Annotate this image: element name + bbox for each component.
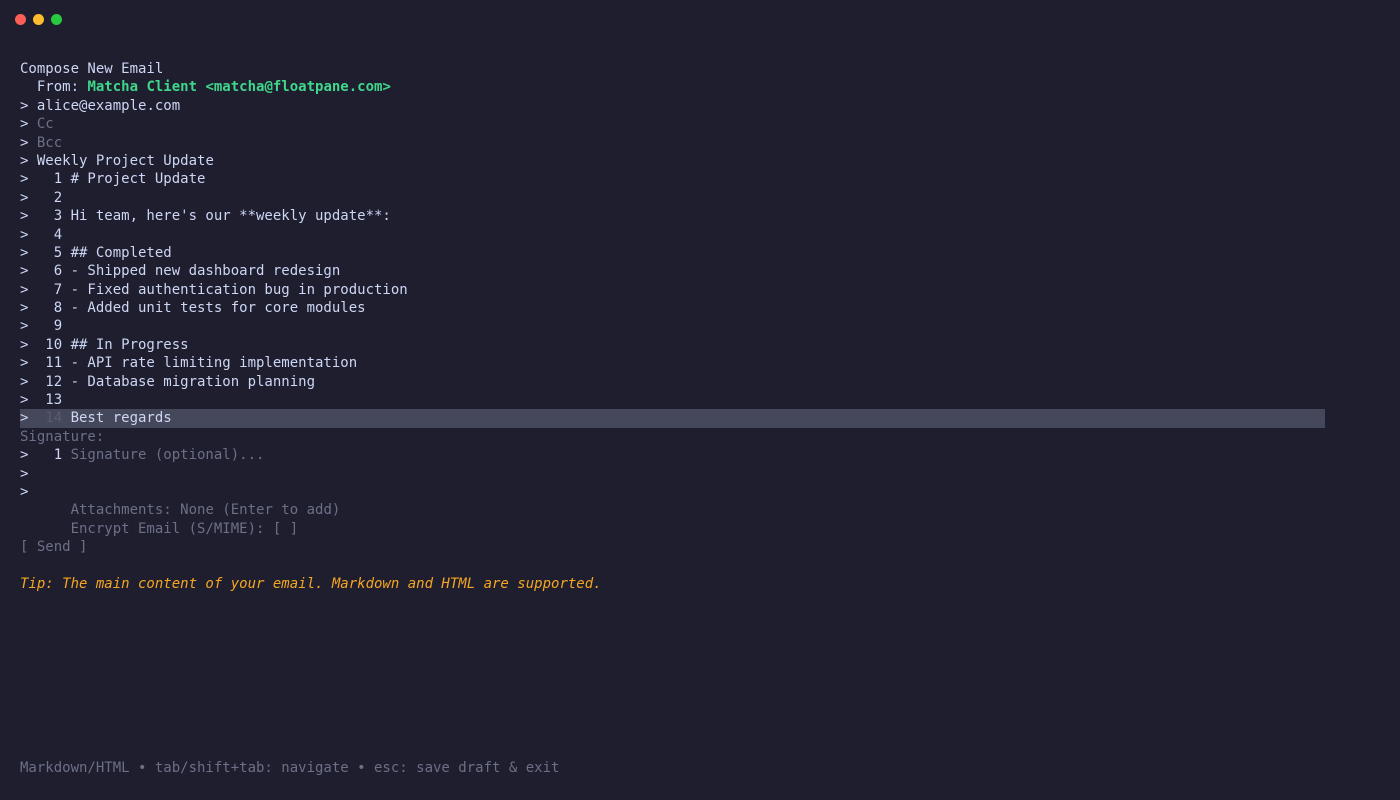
line-number: 4 <box>53 226 63 243</box>
prompt-symbol: > <box>20 226 29 243</box>
body-line[interactable]: >7 - Fixed authentication bug in producti… <box>20 281 1325 299</box>
cc-input-placeholder[interactable]: Cc <box>37 116 54 132</box>
bcc-input-placeholder[interactable]: Bcc <box>37 135 62 151</box>
line-text[interactable]: - Database migration planning <box>71 374 315 390</box>
line-number: 3 <box>53 208 63 225</box>
body-line[interactable]: >8 - Added unit tests for core modules <box>20 299 1325 317</box>
body-line[interactable]: >4 <box>20 226 1325 244</box>
body-line[interactable]: >13 <box>20 391 1325 409</box>
line-number: 8 <box>53 300 63 317</box>
from-address: Matcha Client <matcha@floatpane.com> <box>87 79 391 96</box>
empty-prompt-line: > <box>20 465 1325 483</box>
prompt-symbol: > <box>20 355 29 372</box>
prompt-symbol: > <box>20 116 29 133</box>
body-line[interactable]: >5 ## Completed <box>20 244 1325 262</box>
prompt-symbol: > <box>20 336 29 353</box>
line-text[interactable]: - API rate limiting implementation <box>71 355 358 371</box>
body-line[interactable]: >10 ## In Progress <box>20 336 1325 354</box>
bcc-field[interactable]: > Bcc <box>20 134 1325 152</box>
body-line[interactable]: >2 <box>20 189 1325 207</box>
line-number: 13 <box>45 392 63 409</box>
window-controls <box>15 14 62 25</box>
body-editor[interactable]: >1 # Project Update >2 >3 Hi team, here's ou… <box>20 170 1325 428</box>
prompt-symbol: > <box>20 410 29 427</box>
prompt-symbol: > <box>20 208 29 225</box>
maximize-window-icon[interactable] <box>51 14 62 25</box>
prompt-symbol: > <box>20 318 29 335</box>
line-number: 7 <box>53 281 63 298</box>
body-line[interactable]: >9 <box>20 317 1325 335</box>
prompt-symbol: > <box>20 244 29 261</box>
prompt-symbol: > <box>20 263 29 280</box>
from-row: From: Matcha Client <matcha@floatpane.co… <box>20 79 391 96</box>
encrypt-checkbox[interactable]: Encrypt Email (S/MIME): [ ] <box>20 520 1325 538</box>
line-number: 11 <box>45 355 63 372</box>
line-text[interactable]: ## Completed <box>71 245 172 261</box>
line-number: 9 <box>53 318 63 335</box>
prompt-symbol: > <box>20 281 29 298</box>
prompt-symbol: > <box>20 97 29 114</box>
line-number: 2 <box>53 189 63 206</box>
line-number: 14 <box>45 410 63 427</box>
body-line[interactable]: >12 - Database migration planning <box>20 373 1325 391</box>
compose-form: Compose New Email From: Matcha Client <m… <box>20 60 1325 593</box>
prompt-symbol: > <box>20 152 29 169</box>
line-text[interactable]: ## In Progress <box>71 337 189 353</box>
line-number: 12 <box>45 373 63 390</box>
tip-text: Tip: The main content of your email. Mar… <box>20 575 602 592</box>
close-window-icon[interactable] <box>15 14 26 25</box>
prompt-symbol: > <box>20 189 29 206</box>
prompt-symbol: > <box>20 373 29 390</box>
subject-field[interactable]: > Weekly Project Update <box>20 152 1325 170</box>
line-text[interactable]: # Project Update <box>71 171 206 187</box>
prompt-symbol: > <box>20 134 29 151</box>
line-text[interactable]: - Shipped new dashboard redesign <box>71 263 341 279</box>
attachments-field[interactable]: Attachments: None (Enter to add) <box>20 501 1325 519</box>
body-line[interactable]: >11 - API rate limiting implementation <box>20 354 1325 372</box>
line-text[interactable]: - Fixed authentication bug in production <box>71 282 408 298</box>
prompt-symbol: > <box>20 447 29 464</box>
prompt-symbol: > <box>20 483 29 500</box>
compose-title: Compose New Email <box>20 61 164 77</box>
line-number: 1 <box>53 171 63 188</box>
prompt-symbol: > <box>20 300 29 317</box>
line-text[interactable]: Hi team, here's our **weekly update**: <box>71 208 391 224</box>
line-number: 1 <box>53 447 63 464</box>
line-number: 5 <box>53 244 63 261</box>
signature-label: Signature: <box>20 428 105 445</box>
body-line[interactable]: >3 Hi team, here's our **weekly update**: <box>20 207 1325 225</box>
prompt-symbol: > <box>20 465 29 482</box>
to-input-value[interactable]: alice@example.com <box>37 98 180 114</box>
minimize-window-icon[interactable] <box>33 14 44 25</box>
send-button[interactable]: [ Send ] <box>20 539 87 555</box>
body-line[interactable]: >6 - Shipped new dashboard redesign <box>20 262 1325 280</box>
to-field[interactable]: > alice@example.com <box>20 97 1325 115</box>
terminal-window: Compose New Email From: Matcha Client <m… <box>0 0 1400 800</box>
signature-editor[interactable]: >1 Signature (optional)... <box>20 446 1325 464</box>
help-bar: Markdown/HTML • tab/shift+tab: navigate … <box>20 760 560 776</box>
prompt-symbol: > <box>20 392 29 409</box>
line-text[interactable]: - Added unit tests for core modules <box>71 300 366 316</box>
line-number: 6 <box>53 263 63 280</box>
send-button-row: [ Send ] <box>20 538 1325 556</box>
line-text[interactable]: Best regards <box>71 410 172 426</box>
line-number: 10 <box>45 336 63 353</box>
body-line[interactable]: >1 # Project Update <box>20 170 1325 188</box>
body-line-current[interactable]: >14 Best regards <box>20 409 1325 428</box>
empty-prompt-line: > <box>20 483 1325 501</box>
subject-input-value[interactable]: Weekly Project Update <box>37 153 214 169</box>
prompt-symbol: > <box>20 171 29 188</box>
signature-placeholder[interactable]: Signature (optional)... <box>71 447 265 463</box>
cc-field[interactable]: > Cc <box>20 115 1325 133</box>
